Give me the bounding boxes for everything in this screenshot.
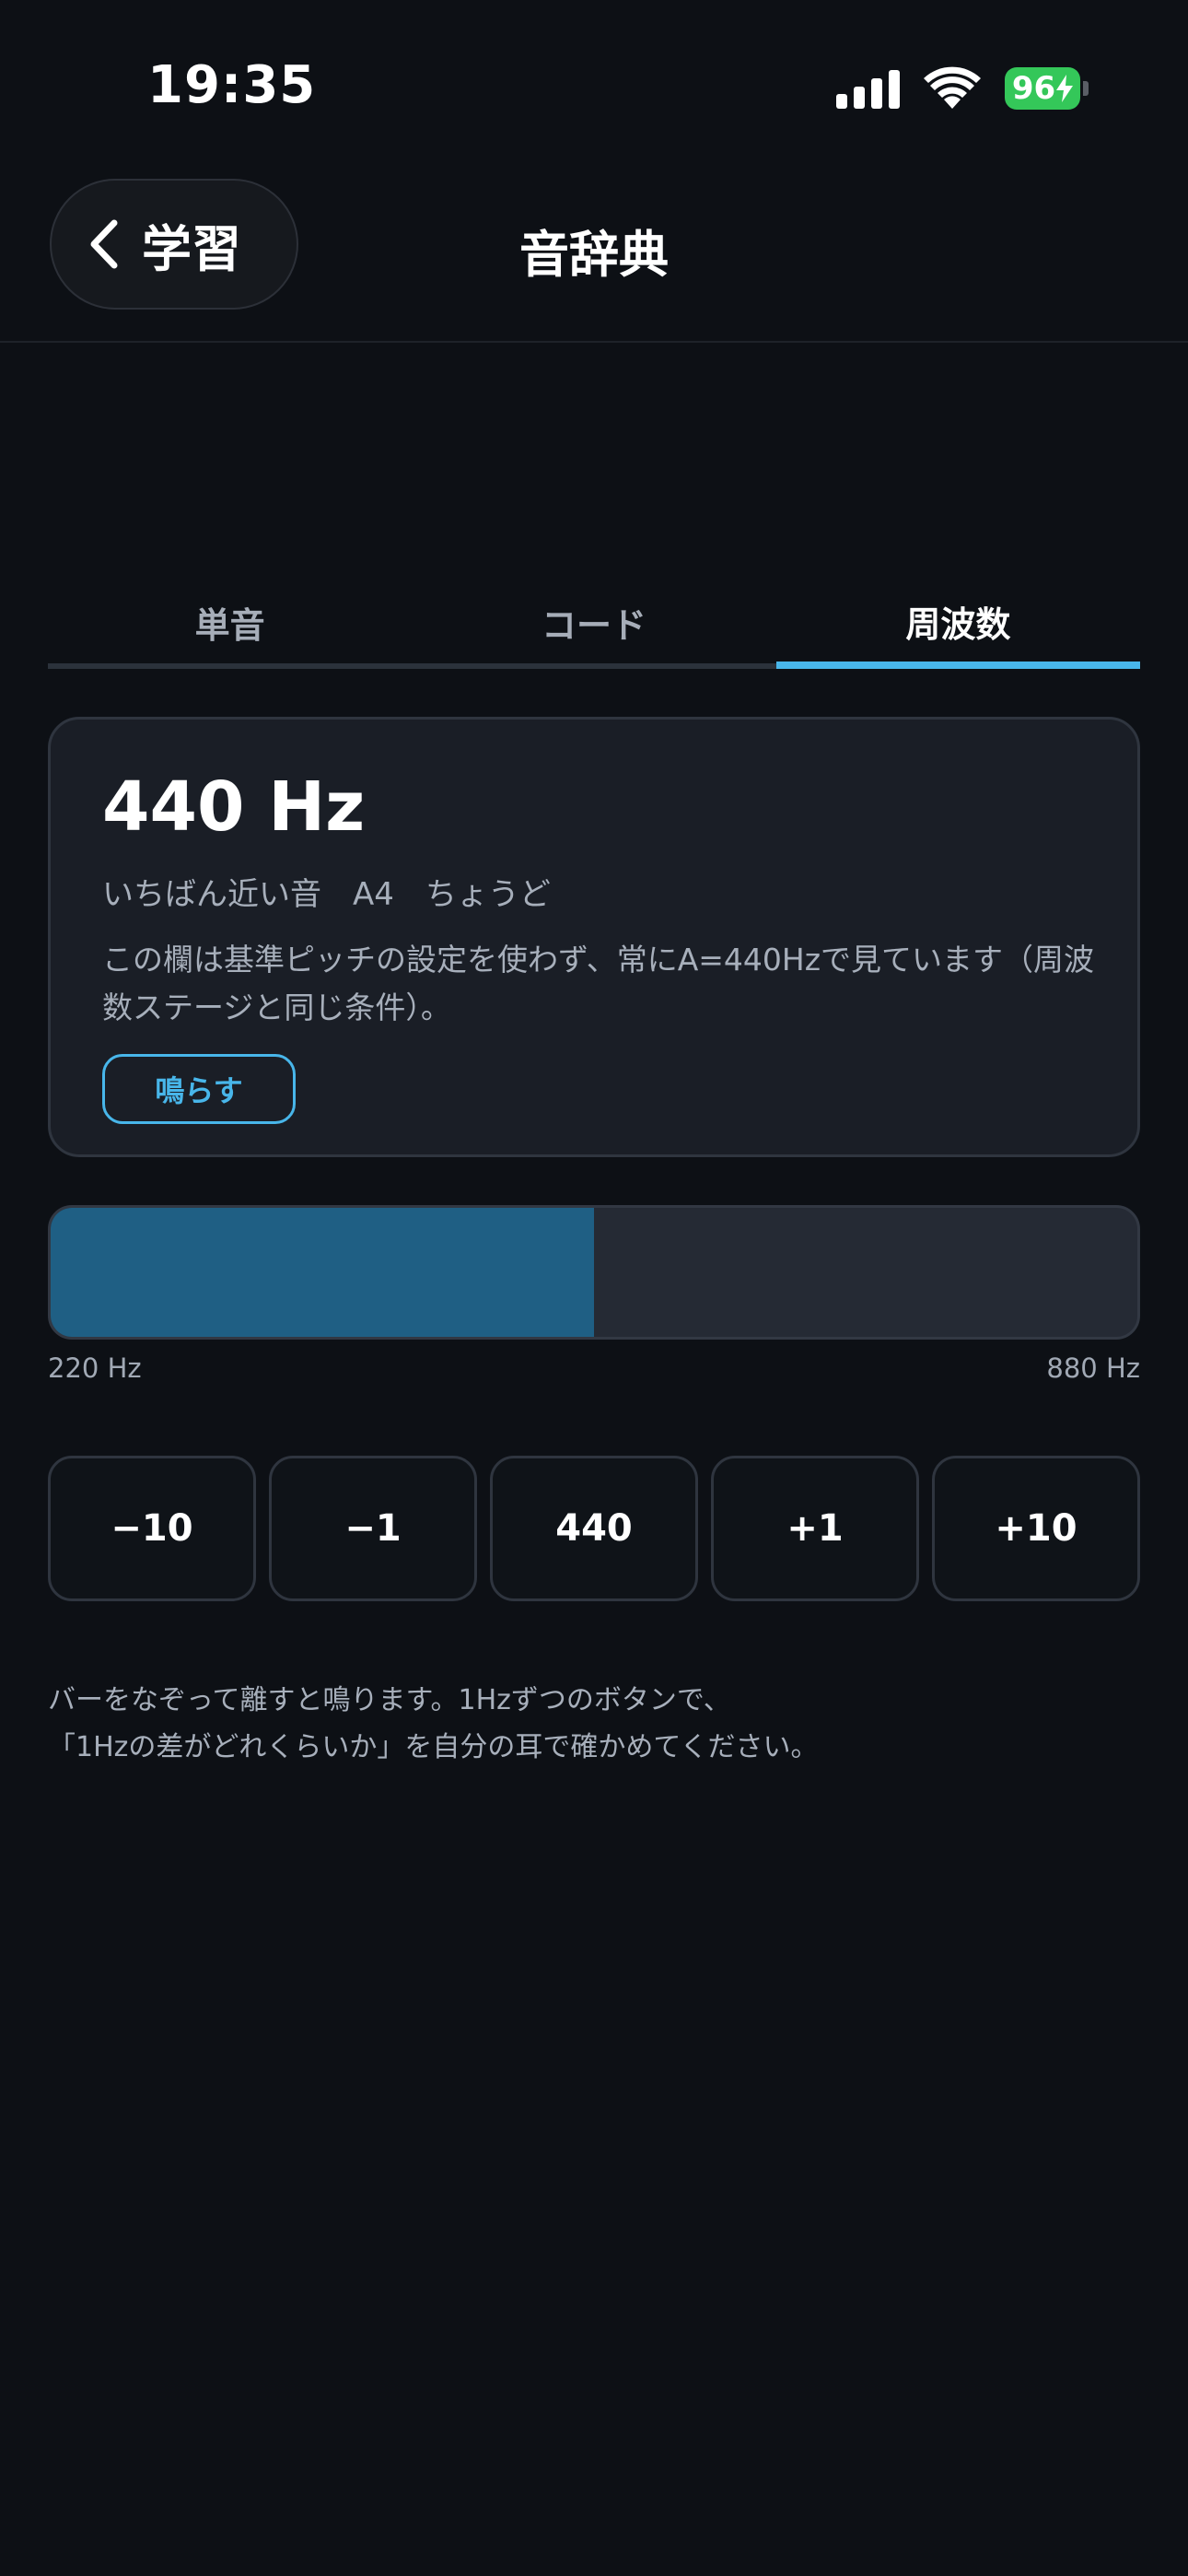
bolt-icon	[1056, 75, 1074, 102]
bar-min-label: 220 Hz	[48, 1352, 142, 1384]
frequency-step-buttons: −10 −1 440 +1 +10	[48, 1456, 1140, 1601]
frequency-value: 440 Hz	[102, 767, 366, 847]
page-title: 音辞典	[519, 226, 669, 284]
help-text: バーをなぞって離すと鳴ります。1Hzずつのボタンで、 「1Hzの差がどれくらいか…	[48, 1677, 819, 1771]
frequency-slider-bar[interactable]	[48, 1205, 1140, 1340]
battery-charging-icon: 96	[1005, 67, 1089, 110]
minus-1-button[interactable]: −1	[269, 1456, 477, 1601]
reference-pitch-note: この欄は基準ピッチの設定を使わず、常にA=440Hzで見ています（周波数ステージ…	[102, 942, 1095, 1025]
plus-1-button[interactable]: +1	[711, 1456, 919, 1601]
cellular-signal-icon	[836, 68, 900, 109]
tab-single-note[interactable]: 単音	[48, 580, 413, 669]
nearest-status: ちょうど	[425, 876, 551, 913]
tab-frequency[interactable]: 周波数	[775, 580, 1140, 669]
wifi-icon	[924, 66, 981, 109]
minus-10-button[interactable]: −10	[48, 1456, 256, 1601]
help-line-2: 「1Hzの差がどれくらいか」を自分の耳で確かめてください。	[48, 1731, 819, 1763]
bar-max-label: 880 Hz	[1046, 1352, 1140, 1384]
frequency-info-card: 440 Hz いちばん近い音 A4 ちょうど この欄は基準ピッチの設定を使わず、常に…	[48, 717, 1140, 1157]
nearest-note: A4	[353, 876, 394, 913]
tab-bar: 単音 コード 周波数	[48, 580, 1140, 669]
nearest-label: いちばん近い音	[102, 876, 321, 913]
battery-level: 96	[1011, 70, 1056, 107]
play-button[interactable]: 鳴らす	[102, 1054, 296, 1124]
help-line-1: バーをなぞって離すと鳴ります。1Hzずつのボタンで、	[48, 1684, 731, 1716]
screen: 19:35 96 学習 音辞典 単音 コード 周波数 440 Hz いちばん近い…	[0, 0, 1188, 2576]
status-time: 19:35	[147, 55, 317, 115]
nearest-note-line: いちばん近い音 A4 ちょうど	[102, 869, 1086, 914]
status-icons: 96	[836, 63, 1089, 114]
tab-chord[interactable]: コード	[412, 580, 776, 669]
frequency-slider-fill	[51, 1208, 594, 1337]
reset-440-button[interactable]: 440	[490, 1456, 698, 1601]
nav-divider	[0, 341, 1188, 343]
plus-10-button[interactable]: +10	[932, 1456, 1140, 1601]
